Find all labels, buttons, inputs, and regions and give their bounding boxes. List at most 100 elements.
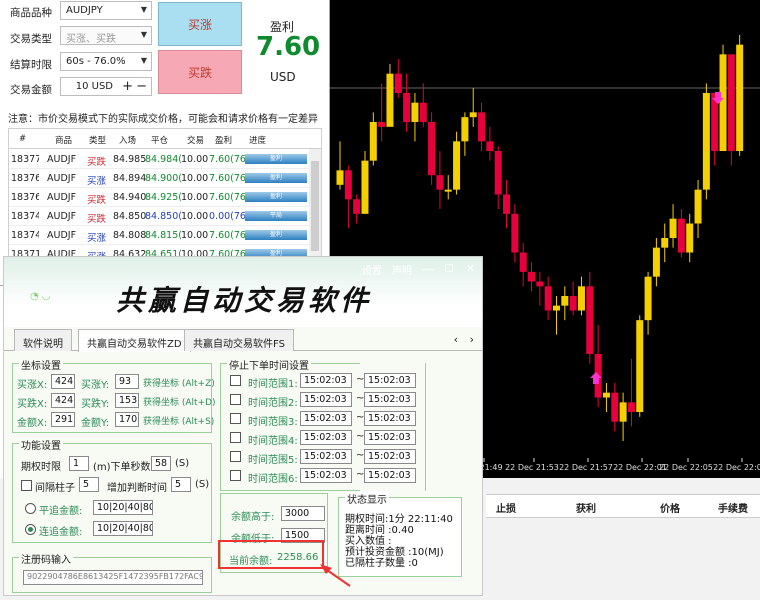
window-titlebar: 设置 声明 — ☐ ✕ ◔ ◡ 共赢自动交易软件 <box>4 257 482 327</box>
stop-range-label: 时间范围2: <box>248 398 298 409</box>
stop-range-to-input[interactable]: 15:02:03 <box>364 392 416 407</box>
cell-type: 买跌 <box>87 195 107 206</box>
gap-bars-input[interactable]: 5 <box>79 477 99 492</box>
extra-time-input[interactable]: 5 <box>171 477 191 492</box>
table-row[interactable]: 18376 AUDJF 买跌 84.940 84.925(10.00 7.60(76 盈利 <box>9 188 309 207</box>
minus-icon[interactable]: − <box>136 79 147 94</box>
cell-sym: AUDJF <box>47 230 77 241</box>
trade-type-label: 交易类型 <box>10 33 52 45</box>
cell-profit: 0.00(76 <box>209 211 245 222</box>
tab-fs[interactable]: 共赢自动交易软件FS <box>184 329 294 351</box>
coord-x-input[interactable]: 424 <box>51 393 75 408</box>
continuous-chase-radio[interactable] <box>25 524 36 535</box>
get-coord-button[interactable]: 获得坐标 (Alt+Z) <box>143 376 215 389</box>
cell-type: 买涨 <box>87 176 107 187</box>
table-row[interactable]: 18374 AUDJF 买涨 84.808 84.815(10.00 7.60(76 盈利 <box>9 226 309 245</box>
stop-range-checkbox[interactable] <box>230 394 241 405</box>
progress-bar: 盈利 <box>245 154 307 164</box>
symbol-select[interactable]: AUDJPY ▼ <box>60 1 152 20</box>
stop-range-from-input[interactable]: 15:02:03 <box>300 430 352 445</box>
amount-input[interactable]: 10 USD + − <box>60 77 152 96</box>
tab-scroll-right-icon[interactable]: › <box>470 333 474 346</box>
price-notice: 注意：市价交易模式下的实际成交价格，可能会和请求价格有一定差异 <box>8 114 318 125</box>
coord-y-input[interactable]: 93 <box>115 374 139 389</box>
candle-body <box>611 392 619 422</box>
stop-range-from-input[interactable]: 15:02:03 <box>300 392 352 407</box>
flat-chase-input[interactable]: 10|20|40|80 <box>93 500 153 515</box>
minimize-icon[interactable]: — <box>422 262 434 276</box>
candle-body <box>419 102 427 122</box>
cell-sym: AUDJF <box>47 192 77 203</box>
maximize-icon[interactable]: ☐ <box>444 262 454 275</box>
expiry-select[interactable]: 60s - 76.0% ▼ <box>60 52 152 71</box>
cell-id: 18374 <box>11 230 39 241</box>
stop-range-to-input[interactable]: 15:02:03 <box>364 468 416 483</box>
th-symbol: 商品 <box>55 136 73 146</box>
stop-range-checkbox[interactable] <box>230 451 241 462</box>
cell-close: 84.984( <box>145 154 181 165</box>
coord-x-input[interactable]: 424 <box>51 374 75 389</box>
cell-profit: 7.60(76 <box>209 173 245 184</box>
stop-range-checkbox[interactable] <box>230 375 241 386</box>
continuous-chase-input[interactable]: 10|20|40|80 <box>93 521 153 536</box>
coord-x-input[interactable]: 291 <box>51 412 75 427</box>
stop-range-from-input[interactable]: 15:02:03 <box>300 373 352 388</box>
stop-range-checkbox[interactable] <box>230 432 241 443</box>
settings-link[interactable]: 设置 <box>362 262 382 277</box>
stop-range-from-input[interactable]: 15:02:03 <box>300 449 352 464</box>
progress-state: 盈利 <box>269 155 282 162</box>
get-coord-button[interactable]: 获得坐标 (Alt+S) <box>143 414 214 427</box>
buy-down-button[interactable]: 买跌 <box>158 50 242 94</box>
balance-high-input[interactable]: 3000 <box>281 506 325 521</box>
plus-icon[interactable]: + <box>122 79 133 94</box>
chevron-down-icon: ▼ <box>140 5 147 14</box>
coord-y-input[interactable]: 153 <box>115 393 139 408</box>
cell-close: 84.900( <box>145 173 181 184</box>
candle-body <box>586 286 594 354</box>
coord-y-input[interactable]: 170 <box>115 412 139 427</box>
candle-body <box>644 276 652 321</box>
flat-chase-radio[interactable] <box>25 503 36 514</box>
close-icon[interactable]: ✕ <box>466 262 475 275</box>
get-coord-button[interactable]: 获得坐标 (Alt+D) <box>143 395 216 408</box>
tab-scroll-left-icon[interactable]: ‹ <box>454 333 458 346</box>
cell-entry: 84.850 <box>113 211 147 222</box>
scrollbar-thumb[interactable] <box>311 161 319 251</box>
tab-instructions[interactable]: 软件说明 <box>14 329 72 351</box>
period-input[interactable]: 1 <box>69 456 89 471</box>
stop-range-to-input[interactable]: 15:02:03 <box>364 430 416 445</box>
tab-zd[interactable]: 共赢自动交易软件ZD <box>78 329 191 352</box>
candle-body <box>436 175 444 190</box>
cell-entry: 84.940 <box>113 192 147 203</box>
table-row[interactable]: 18374 AUDJF 买跌 84.850 84.850(10.00 0.00(76 平局 <box>9 207 309 226</box>
gap-bars-label: 间隔柱子 <box>35 483 75 494</box>
register-code-input[interactable]: 9022904786E8613425F1472395FB172FAC94A <box>23 570 203 585</box>
stop-range-checkbox[interactable] <box>230 413 241 424</box>
cell-sym: AUDJF <box>47 211 77 222</box>
table-row[interactable]: 18377 AUDJF 买跌 84.985 84.984(10.00 7.60(76 盈利 <box>9 150 309 169</box>
cell-close: 84.815( <box>145 230 181 241</box>
stop-range-to-input[interactable]: 15:02:03 <box>364 373 416 388</box>
status-group: 状态显示 期权时间:1分 22:11:40 距离时间 :0.40 买入数值 : 预计投… <box>338 491 462 577</box>
candle-body <box>486 141 494 151</box>
register-code-title: 注册码输入 <box>19 551 73 566</box>
cell-amt: 10.00 <box>181 230 209 241</box>
th-profit: 盈利 <box>215 136 233 146</box>
stop-range-from-input[interactable]: 15:02:03 <box>300 468 352 483</box>
stop-range-from-input[interactable]: 15:02:03 <box>300 411 352 426</box>
trade-type-select[interactable]: 买涨、买跌 ▼ <box>60 26 152 45</box>
app-logo-icon: ◔ ◡ <box>30 291 51 302</box>
table-row[interactable]: 18376 AUDJF 买涨 84.894 84.900(10.00 7.60(76 盈利 <box>9 169 309 188</box>
candle-body <box>369 122 377 161</box>
stop-range-checkbox[interactable] <box>230 470 241 481</box>
progress-bar: 盈利 <box>245 230 307 240</box>
continuous-chase-label: 连追金额: <box>39 527 83 538</box>
buy-up-button[interactable]: 买涨 <box>158 2 242 46</box>
stop-range-to-input[interactable]: 15:02:03 <box>364 449 416 464</box>
disclaimer-link[interactable]: 声明 <box>392 262 412 277</box>
stop-range-to-input[interactable]: 15:02:03 <box>364 411 416 426</box>
candle-body <box>478 112 486 142</box>
gap-bars-checkbox[interactable] <box>21 480 32 491</box>
candle-body <box>719 54 727 152</box>
seconds-input[interactable]: 58 <box>151 456 171 471</box>
